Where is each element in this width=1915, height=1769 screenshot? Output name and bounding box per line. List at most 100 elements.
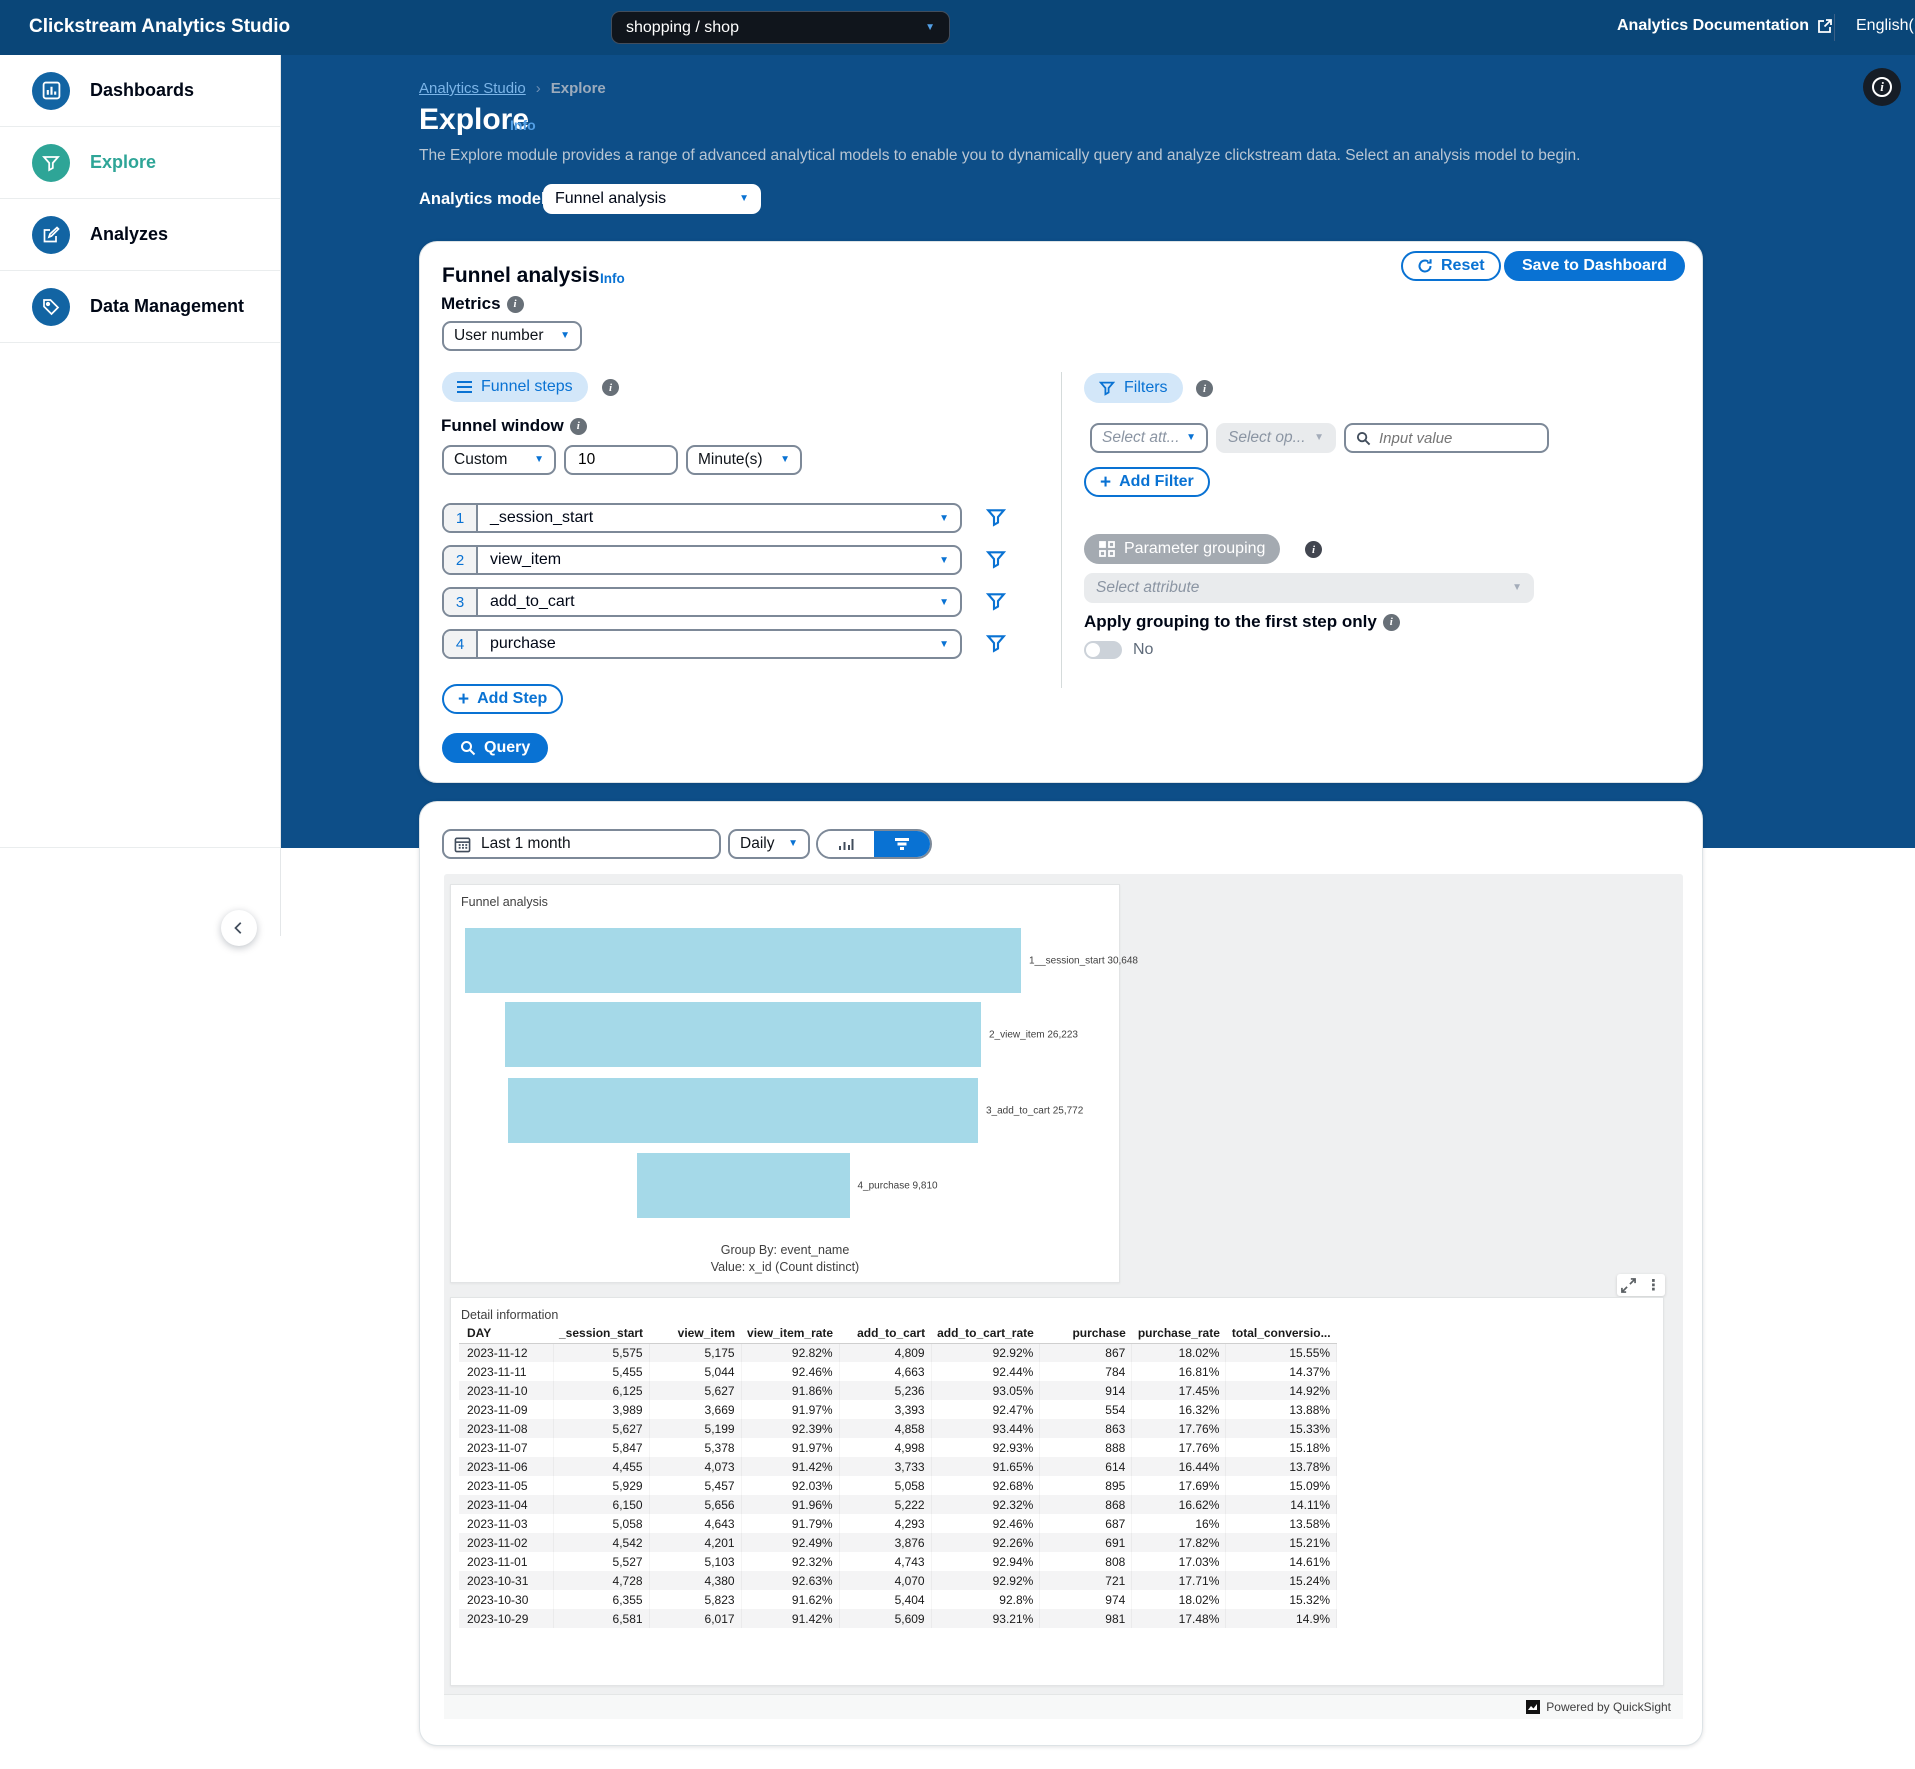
granularity-value: Daily bbox=[740, 835, 774, 853]
table-cell: 92.03% bbox=[741, 1476, 839, 1495]
funnel-step-select-2[interactable]: 2view_item▼ bbox=[442, 545, 962, 575]
sidebar-collapse-button[interactable] bbox=[221, 910, 257, 946]
step-filter-icon[interactable] bbox=[986, 549, 1008, 571]
powered-by-label: Powered by QuickSight bbox=[1546, 1700, 1671, 1714]
table-cell: 6,150 bbox=[553, 1495, 649, 1514]
panel-toolbar: ⋮ bbox=[1617, 1274, 1665, 1296]
table-cell: 15.18% bbox=[1226, 1438, 1337, 1457]
bar-chart-type-button[interactable] bbox=[818, 831, 874, 857]
funnel-chart-type-button[interactable] bbox=[874, 831, 930, 857]
funnel-bar-1__session_start[interactable] bbox=[465, 928, 1021, 993]
page-info-link[interactable]: Info bbox=[510, 117, 536, 133]
panel-info-link[interactable]: Info bbox=[600, 271, 625, 286]
filter-attribute-select[interactable]: Select att... ▼ bbox=[1090, 423, 1208, 453]
funnel-bar-4_purchase[interactable] bbox=[637, 1153, 850, 1218]
add-filter-button[interactable]: + Add Filter bbox=[1084, 467, 1210, 497]
metrics-label: Metricsi bbox=[441, 294, 524, 314]
docs-link[interactable]: Analytics Documentation bbox=[1617, 17, 1833, 35]
filter-value-input[interactable] bbox=[1379, 430, 1519, 447]
parameter-grouping-label: Parameter grouping bbox=[1124, 540, 1265, 558]
step-filter-icon[interactable] bbox=[986, 507, 1008, 529]
table-cell: 92.94% bbox=[931, 1552, 1040, 1571]
table-cell: 92.93% bbox=[931, 1438, 1040, 1457]
sidebar-item-analyzes[interactable]: Analyzes bbox=[0, 199, 280, 271]
step-filter-icon[interactable] bbox=[986, 591, 1008, 613]
table-row: 2023-11-035,0584,64391.79%4,29392.46%687… bbox=[459, 1514, 1337, 1533]
reset-button[interactable]: Reset bbox=[1401, 251, 1501, 281]
app-brand: Clickstream Analytics Studio bbox=[29, 16, 290, 38]
table-row: 2023-11-055,9295,45792.03%5,05892.68%895… bbox=[459, 1476, 1337, 1495]
sidebar-item-explore[interactable]: Explore bbox=[0, 127, 280, 199]
info-icon[interactable]: i bbox=[1305, 541, 1322, 558]
expand-icon[interactable] bbox=[1621, 1276, 1636, 1294]
table-cell: 6,581 bbox=[553, 1609, 649, 1628]
filters-pill[interactable]: Filters bbox=[1084, 373, 1183, 403]
table-cell: 13.58% bbox=[1226, 1514, 1337, 1533]
table-cell: 16.32% bbox=[1132, 1400, 1226, 1419]
table-cell: 4,858 bbox=[839, 1419, 931, 1438]
funnel-bar-label: 4_purchase 9,810 bbox=[858, 1180, 938, 1191]
table-cell: 3,669 bbox=[649, 1400, 741, 1419]
sidebar-item-data-management[interactable]: Data Management bbox=[0, 271, 280, 343]
table-cell: 5,058 bbox=[839, 1476, 931, 1495]
table-cell: 16.62% bbox=[1132, 1495, 1226, 1514]
table-cell: 91.79% bbox=[741, 1514, 839, 1533]
save-to-dashboard-button[interactable]: Save to Dashboard bbox=[1504, 251, 1685, 281]
table-cell: 92.92% bbox=[931, 1571, 1040, 1590]
chevron-down-icon: ▼ bbox=[1314, 433, 1324, 443]
panel-title: Funnel analysis bbox=[442, 264, 600, 288]
table-cell: 5,656 bbox=[649, 1495, 741, 1514]
analytics-model-select[interactable]: Funnel analysis ▼ bbox=[543, 184, 761, 214]
table-cell: 92.47% bbox=[931, 1400, 1040, 1419]
apply-grouping-toggle[interactable] bbox=[1084, 641, 1122, 659]
grouping-attribute-select[interactable]: Select attribute ▼ bbox=[1084, 573, 1534, 603]
window-preset-select[interactable]: Custom ▼ bbox=[442, 445, 556, 475]
table-cell: 92.68% bbox=[931, 1476, 1040, 1495]
kebab-menu-icon[interactable]: ⋮ bbox=[1646, 1276, 1661, 1294]
info-icon[interactable]: i bbox=[1383, 614, 1400, 631]
filter-value-box[interactable] bbox=[1344, 423, 1549, 453]
table-cell: 2023-11-04 bbox=[459, 1495, 553, 1514]
info-icon[interactable]: i bbox=[570, 418, 587, 435]
add-step-button[interactable]: + Add Step bbox=[442, 684, 563, 714]
table-cell: 2023-11-03 bbox=[459, 1514, 553, 1533]
plus-icon: + bbox=[1100, 473, 1111, 492]
info-icon[interactable]: i bbox=[1196, 380, 1213, 397]
funnel-steps-pill[interactable]: Funnel steps bbox=[442, 372, 588, 402]
funnel-step-select-1[interactable]: 1_session_start▼ bbox=[442, 503, 962, 533]
funnel-bar-label: 1__session_start 30,648 bbox=[1029, 955, 1138, 966]
date-range-picker[interactable]: Last 1 month bbox=[442, 829, 721, 859]
table-cell: 687 bbox=[1040, 1514, 1132, 1533]
info-icon[interactable]: i bbox=[602, 379, 619, 396]
quicksight-embed: Funnel analysis 1__session_start 30,6482… bbox=[444, 874, 1683, 1719]
language-selector[interactable]: English(US) ▼ bbox=[1856, 17, 1915, 35]
filter-operator-select[interactable]: Select op... ▼ bbox=[1216, 423, 1336, 453]
app-root: Clickstream Analytics Studio shopping / … bbox=[0, 0, 1915, 1769]
table-cell: 691 bbox=[1040, 1533, 1132, 1552]
query-button[interactable]: Query bbox=[442, 733, 548, 763]
table-cell: 5,609 bbox=[839, 1609, 931, 1628]
breadcrumb-analytics-studio[interactable]: Analytics Studio bbox=[419, 80, 526, 97]
window-value-input[interactable] bbox=[564, 445, 678, 475]
funnel-step-select-4[interactable]: 4purchase▼ bbox=[442, 629, 962, 659]
column-header-view_item: view_item bbox=[649, 1324, 741, 1343]
chevron-down-icon: ▼ bbox=[939, 631, 960, 657]
info-icon[interactable]: i bbox=[507, 296, 524, 313]
metric-select[interactable]: User number ▼ bbox=[442, 321, 582, 351]
table-cell: 13.88% bbox=[1226, 1400, 1337, 1419]
funnel-bar-3_add_to_cart[interactable] bbox=[508, 1078, 978, 1143]
help-panel-button[interactable]: i bbox=[1863, 68, 1901, 106]
table-cell: 17.76% bbox=[1132, 1438, 1226, 1457]
sidebar-item-dashboards[interactable]: Dashboards bbox=[0, 55, 280, 127]
funnel-step-select-3[interactable]: 3add_to_cart▼ bbox=[442, 587, 962, 617]
project-selector[interactable]: shopping / shop ▼ bbox=[611, 11, 950, 44]
step-event-value: _session_start bbox=[478, 505, 939, 531]
window-unit-select[interactable]: Minute(s) ▼ bbox=[686, 445, 802, 475]
step-filter-icon[interactable] bbox=[986, 633, 1008, 655]
table-cell: 554 bbox=[1040, 1400, 1132, 1419]
funnel-bar-2_view_item[interactable] bbox=[505, 1002, 981, 1067]
table-cell: 4,542 bbox=[553, 1533, 649, 1552]
granularity-select[interactable]: Daily ▼ bbox=[728, 829, 810, 859]
chevron-down-icon: ▼ bbox=[1512, 583, 1522, 593]
table-cell: 14.92% bbox=[1226, 1381, 1337, 1400]
